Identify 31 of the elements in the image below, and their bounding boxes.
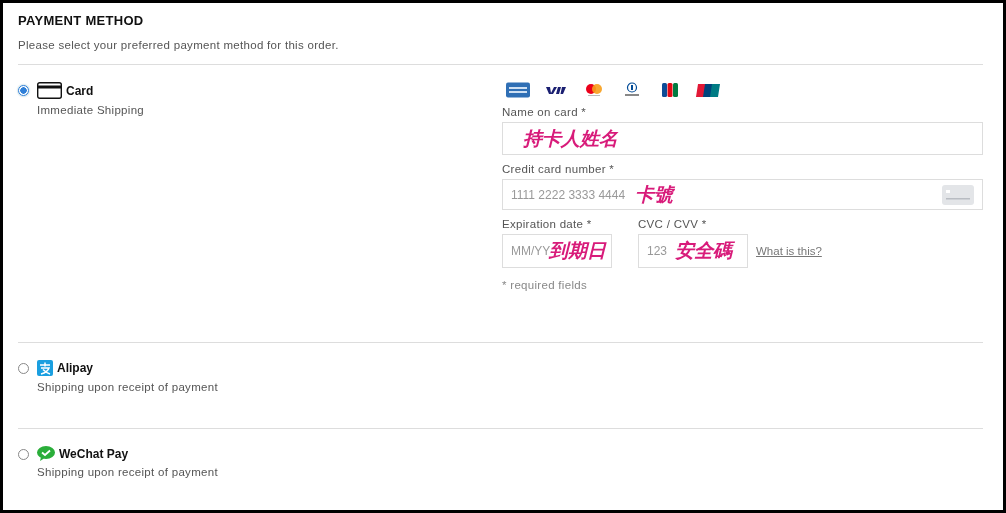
option-note: Shipping upon receipt of payment bbox=[37, 381, 218, 393]
footnote: * required fields bbox=[502, 279, 588, 291]
option-label: Card bbox=[66, 83, 94, 98]
credit-card-icon bbox=[37, 82, 62, 99]
placeholder-text: MM/YY bbox=[511, 244, 549, 258]
annotation-text: 卡號 bbox=[635, 181, 673, 207]
card-number-field[interactable]: 1111 2222 3333 4444 卡號 bbox=[502, 179, 983, 210]
section-description: Please select your preferred payment method for this order. bbox=[18, 39, 340, 51]
option-label: Alipay bbox=[57, 361, 93, 375]
option-label: WeChat Pay bbox=[59, 446, 129, 461]
alipay-icon bbox=[37, 360, 53, 376]
field-label: Expiration date * bbox=[502, 218, 593, 230]
radio-button[interactable] bbox=[18, 363, 29, 374]
section-title: PAYMENT METHOD bbox=[18, 13, 145, 29]
field-label: Credit card number * bbox=[502, 163, 616, 175]
radio-button[interactable] bbox=[18, 85, 29, 96]
option-note: Immediate Shipping bbox=[37, 104, 145, 116]
option-note: Shipping upon receipt of payment bbox=[37, 466, 218, 478]
annotation-text: 持卡人姓名 bbox=[523, 125, 618, 151]
name-field[interactable]: 持卡人姓名 bbox=[502, 122, 983, 155]
annotation-text: 到期日 bbox=[549, 238, 606, 263]
field-label: Name on card * bbox=[502, 106, 588, 118]
radio-button[interactable] bbox=[18, 449, 29, 460]
cvc-field[interactable]: 123 安全碼 bbox=[638, 234, 748, 268]
expiration-field[interactable]: MM/YY到期日 bbox=[502, 234, 612, 268]
wechat-icon bbox=[37, 446, 55, 461]
placeholder-text: 1111 2222 3333 4444 bbox=[511, 187, 627, 202]
card-icon bbox=[942, 184, 974, 205]
field-label: CVC / CVV * bbox=[638, 218, 708, 230]
placeholder-text: 123 bbox=[647, 244, 669, 258]
help-link[interactable]: What is this? bbox=[756, 245, 822, 257]
